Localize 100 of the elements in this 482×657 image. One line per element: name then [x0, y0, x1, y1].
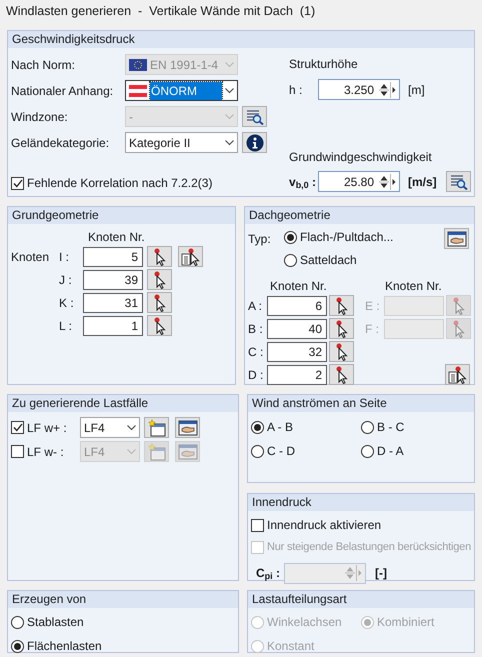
new-window-icon	[148, 418, 166, 436]
pick-list-button[interactable]	[445, 364, 470, 385]
radio-button[interactable]	[251, 420, 264, 434]
search-list-icon	[450, 174, 468, 190]
field-label: Geländekategorie:	[11, 134, 110, 152]
option-label: Konstant	[267, 638, 314, 655]
check-icon	[12, 423, 22, 432]
unit-label: [m/s]	[408, 174, 437, 190]
node-label: L :	[59, 318, 73, 334]
spinner-arrows-icon	[379, 174, 389, 190]
field-label: Typ:	[248, 231, 272, 248]
radio-button[interactable]	[284, 254, 297, 266]
cursor-pin-icon	[152, 316, 166, 334]
pick-node-button[interactable]	[329, 341, 354, 362]
option-label: Stablasten	[27, 614, 84, 631]
group-title: Dachgeometrie	[245, 207, 474, 224]
group-title: Innendruck	[248, 494, 474, 511]
radio-button[interactable]	[361, 444, 374, 458]
option-label: LF w+ :	[27, 420, 67, 436]
pick-node-button[interactable]	[147, 315, 172, 336]
node-number-field[interactable]: 1	[83, 316, 143, 336]
option-label: C - D	[267, 443, 295, 460]
node-number-field[interactable]: 6	[267, 296, 327, 316]
search-list-icon	[246, 108, 264, 124]
arrow-right-icon	[390, 82, 397, 98]
option-label: Satteldach	[300, 252, 357, 269]
pick-node-button[interactable]	[446, 318, 471, 339]
chevron-down-icon	[225, 62, 234, 68]
node-number-field[interactable]: 5	[83, 246, 143, 266]
field-label: Nationaler Anhang:	[11, 82, 114, 100]
spinner-arrows-icon	[379, 82, 389, 98]
group-title: Geschwindigkeitsdruck	[8, 31, 474, 48]
pick-node-button[interactable]	[329, 318, 354, 339]
info-icon	[246, 134, 264, 152]
node-number-field[interactable]: 39	[83, 270, 143, 290]
node-label: F :	[365, 320, 380, 338]
node-label: A :	[248, 298, 264, 314]
option-label: D - A	[377, 443, 404, 460]
pick-node-button[interactable]	[147, 292, 172, 313]
spinner-arrows-icon	[345, 565, 355, 581]
section-label: Grundwindgeschwindigkeit	[289, 149, 433, 166]
info-button[interactable]	[242, 132, 267, 153]
checkbox[interactable]	[11, 176, 24, 190]
details-button[interactable]	[242, 106, 267, 127]
pick-node-button[interactable]	[446, 295, 471, 316]
unit-label: [m]	[408, 82, 425, 98]
node-label: D :	[248, 366, 264, 384]
chevron-down-icon	[127, 448, 136, 454]
field-label: C$_{pi}$ :	[256, 565, 282, 582]
column-header: Knoten Nr.	[88, 229, 146, 244]
cursor-pin-icon	[334, 366, 348, 384]
arrow-right-icon	[356, 565, 363, 581]
node-number-field[interactable]: 2	[267, 364, 327, 384]
chevron-down-icon	[225, 88, 234, 94]
cursor-pin-icon	[152, 248, 166, 266]
cursor-pin-icon	[152, 270, 166, 288]
pick-list-button[interactable]	[178, 246, 203, 267]
node-number-field[interactable]: 32	[267, 342, 327, 362]
checkbox[interactable]	[11, 421, 24, 434]
node-number-field[interactable]: 40	[267, 318, 327, 338]
node-number-field[interactable]: 31	[83, 292, 143, 312]
details-button[interactable]	[446, 171, 471, 192]
option-dropdown[interactable]: Kategorie II	[125, 132, 238, 153]
option-label: LF w- :	[27, 444, 64, 460]
edit-button[interactable]	[444, 228, 469, 249]
radio-button[interactable]	[251, 444, 264, 458]
radio-button[interactable]	[11, 640, 24, 652]
height-field[interactable]: 3.250	[318, 79, 400, 100]
checkbox[interactable]	[251, 518, 264, 532]
group-title: Lastaufteilungsart	[248, 591, 474, 608]
radio-button[interactable]	[11, 616, 24, 628]
cursor-pin-icon	[452, 320, 466, 338]
load-case-dropdown[interactable]: LF4	[80, 417, 140, 438]
list-cursor-icon	[448, 366, 468, 384]
window-hand-icon	[446, 230, 466, 246]
unit-label: [-]	[375, 565, 387, 582]
node-label: B :	[248, 320, 264, 338]
pick-node-button[interactable]	[329, 364, 354, 385]
pick-node-button[interactable]	[147, 246, 172, 267]
group-title: Grundgeometrie	[8, 207, 235, 224]
column-header: Knoten Nr.	[270, 278, 328, 293]
check-icon	[12, 178, 22, 188]
radio-button[interactable]	[361, 420, 374, 434]
edit-button[interactable]	[175, 417, 200, 438]
radio-button[interactable]	[284, 230, 297, 244]
option-label: Flach-/Pultdach...	[300, 229, 394, 246]
cursor-pin-icon	[152, 294, 166, 312]
option-label: Winkelachsen	[267, 614, 342, 631]
wind-speed-field[interactable]: 25.80	[318, 171, 400, 192]
new-load-case-button[interactable]	[144, 417, 169, 438]
option-label: Nur steigende Belastungen berücksichtigen	[267, 540, 471, 555]
pick-node-button[interactable]	[147, 269, 172, 290]
option-dropdown[interactable]: ÖNORM	[125, 80, 238, 101]
cursor-pin-icon	[334, 342, 348, 360]
field-label: h :	[289, 82, 304, 98]
chevron-down-icon	[225, 140, 234, 146]
window-hand-icon	[178, 444, 198, 460]
pick-node-button[interactable]	[329, 295, 354, 316]
austria-flag-icon	[129, 84, 147, 96]
option-label: A - B	[267, 419, 294, 436]
